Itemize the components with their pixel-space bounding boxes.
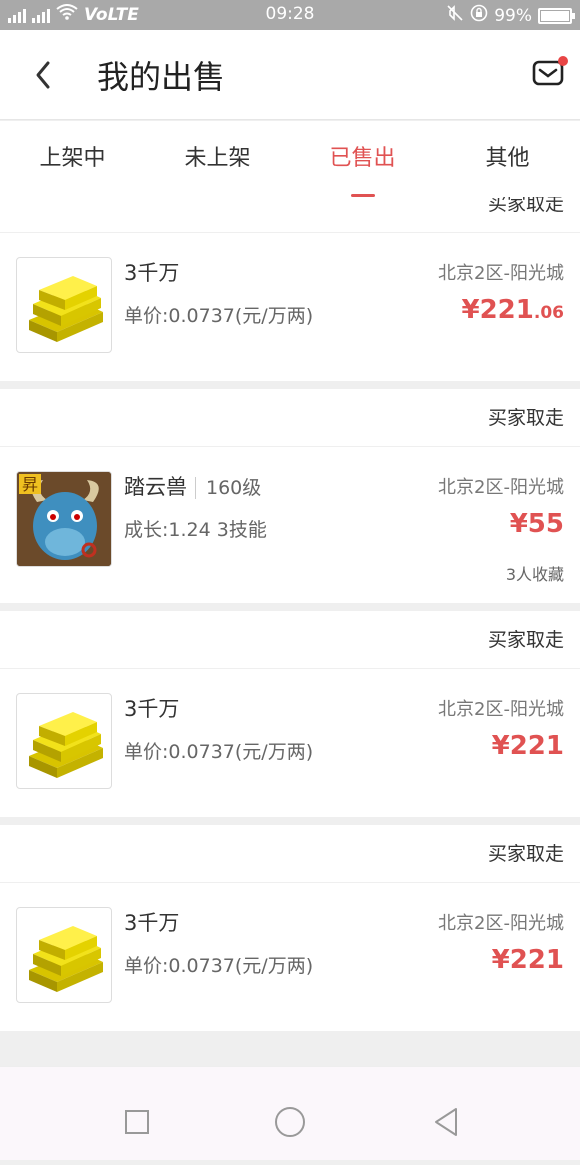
status-right: 99% (446, 4, 575, 27)
gold-bars-icon (29, 276, 103, 342)
pet-thumbnail: 昇 (16, 471, 112, 567)
unread-dot (558, 56, 568, 66)
back-nav-icon[interactable] (435, 1108, 457, 1136)
tab-not-listed[interactable]: 未上架 (145, 121, 290, 197)
tab-sold[interactable]: 已售出 (290, 121, 435, 197)
battery-percent: 99% (494, 5, 532, 26)
item-status: 买家取走 (0, 825, 580, 883)
item-price: ¥221.06 (461, 295, 565, 325)
item-price: ¥221 (491, 731, 564, 761)
item-price: ¥55 (509, 509, 564, 539)
rotation-lock-icon (470, 4, 488, 27)
item-name: 3千万 (124, 697, 180, 721)
recent-apps-icon[interactable] (125, 1110, 149, 1134)
item-status: 买家取走 (0, 197, 580, 233)
gold-thumbnail (16, 257, 112, 353)
svg-text:昇: 昇 (22, 475, 38, 494)
item-status: 买家取走 (0, 611, 580, 669)
server-name: 北京2区-阳光城 (438, 477, 564, 498)
server-name: 北京2区-阳光城 (438, 913, 564, 934)
gold-bars-icon (29, 926, 103, 992)
unit-price: 单价:0.0737(元/万两) (124, 955, 314, 977)
item-status: 买家取走 (0, 389, 580, 447)
system-nav-bar (0, 1066, 580, 1160)
home-icon[interactable] (275, 1107, 305, 1137)
back-button[interactable] (30, 58, 60, 92)
app-header: 我的出售 (0, 30, 580, 120)
tab-other[interactable]: 其他 (435, 121, 580, 197)
unit-price: 单价:0.0737(元/万两) (124, 741, 314, 763)
list-item[interactable]: 买家取走 昇 踏云兽 160级 成长:1.24 3技能 北京2区-阳光城 ¥55… (0, 389, 580, 603)
unit-price: 单价:0.0737(元/万两) (124, 305, 314, 327)
tab-bar: 上架中 未上架 已售出 其他 (0, 121, 580, 197)
mute-icon (446, 4, 464, 27)
server-name: 北京2区-阳光城 (438, 699, 564, 720)
favorite-count: 3人收藏 (505, 565, 564, 584)
gold-bars-icon (29, 712, 103, 778)
item-name: 3千万 (124, 261, 180, 285)
nav-buttons (125, 1107, 457, 1137)
pet-stats: 成长:1.24 3技能 (124, 519, 267, 541)
sold-list: 买家取走 3千万 单价:0.0737(元/万两) 北京2区-阳光城 ¥221.0 (0, 197, 580, 1060)
server-name: 北京2区-阳光城 (438, 263, 564, 284)
list-item[interactable]: 买家取走 3千万 单价:0.0737(元/万两) 北京2区-阳光城 ¥221 (0, 611, 580, 817)
list-item[interactable]: 买家取走 3千万 单价:0.0737(元/万两) 北京2区-阳光城 ¥221 (0, 825, 580, 1031)
list-item[interactable]: 买家取走 3千万 单价:0.0737(元/万两) 北京2区-阳光城 ¥221.0 (0, 197, 580, 381)
battery-icon (538, 7, 575, 24)
item-price: ¥221 (491, 945, 564, 975)
item-name: 3千万 (124, 911, 180, 935)
chevron-left-icon (36, 61, 50, 89)
status-bar: VoLTE 09:28 99% (0, 0, 580, 30)
page-title: 我的出售 (97, 58, 226, 96)
pet-avatar-icon: 昇 (17, 472, 111, 566)
gold-thumbnail (16, 907, 112, 1003)
item-name: 踏云兽 160级 (124, 475, 262, 499)
item-level: 160级 (195, 477, 262, 499)
gold-thumbnail (16, 693, 112, 789)
tab-on-sale[interactable]: 上架中 (0, 121, 145, 197)
